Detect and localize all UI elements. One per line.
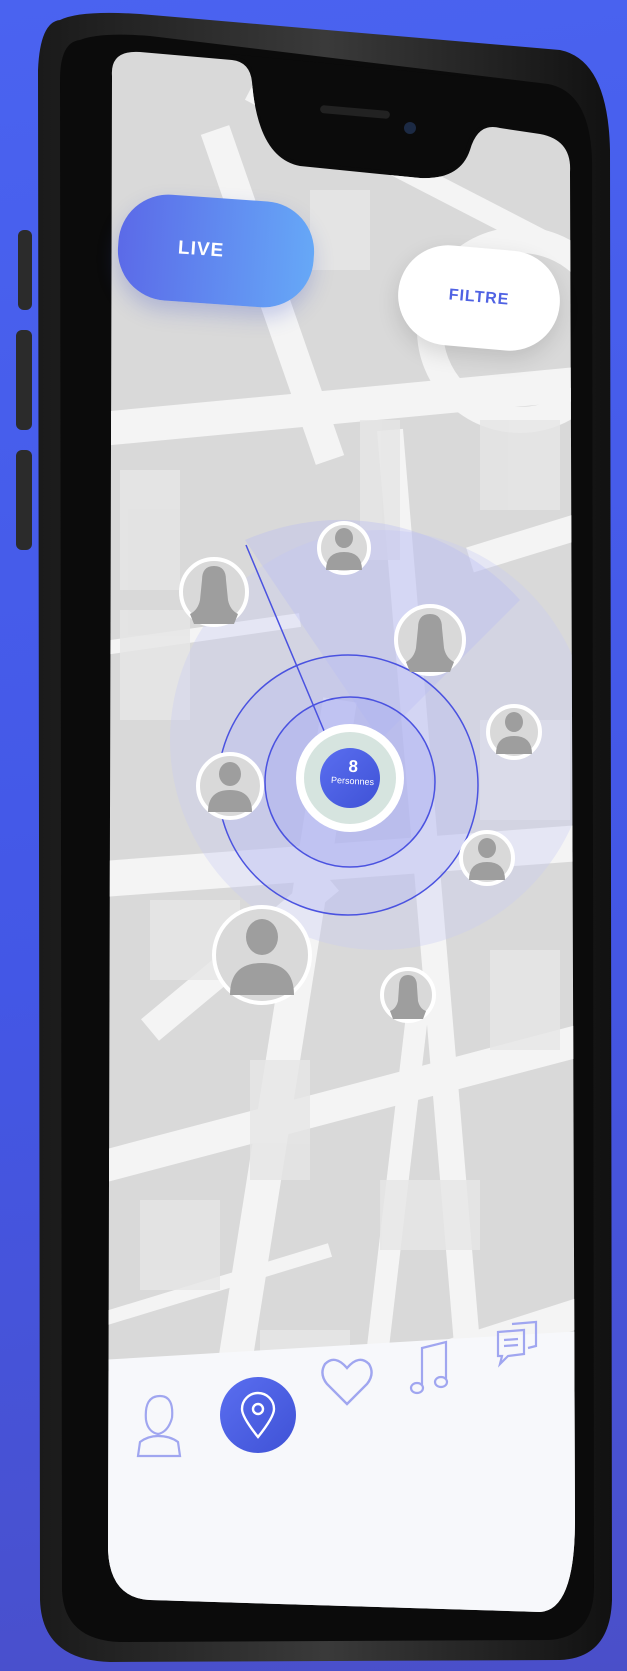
tab-bar <box>108 1330 575 1612</box>
person-avatar[interactable] <box>380 967 436 1023</box>
person-avatar[interactable] <box>317 521 371 575</box>
side-button <box>16 330 32 430</box>
side-button <box>16 450 32 550</box>
person-avatar[interactable] <box>212 905 312 1005</box>
live-button[interactable]: LIVE <box>114 191 318 311</box>
person-avatar[interactable] <box>459 830 515 886</box>
person-avatar[interactable] <box>196 752 264 820</box>
person-avatar[interactable] <box>394 604 466 676</box>
live-button-label: LIVE <box>177 237 225 262</box>
person-avatar[interactable] <box>486 704 542 760</box>
filter-button-label: FILTRE <box>448 286 511 309</box>
tab-map[interactable] <box>220 1377 296 1453</box>
side-button <box>18 230 32 310</box>
people-count-label: 8 Personnes <box>321 756 384 788</box>
front-camera <box>404 122 416 134</box>
person-avatar[interactable] <box>179 557 249 627</box>
